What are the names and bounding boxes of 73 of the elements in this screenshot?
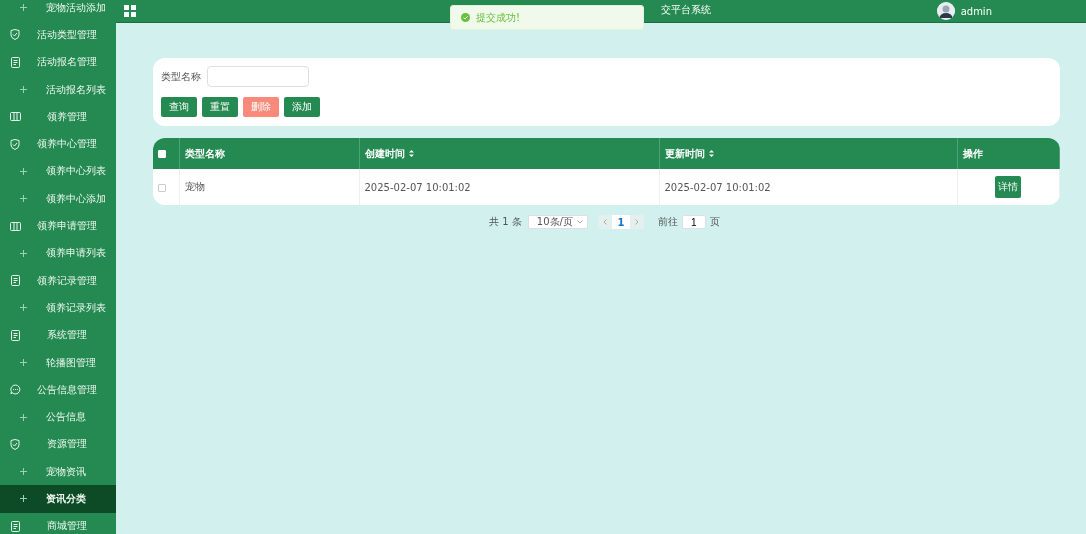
row-checkbox[interactable]: [158, 183, 166, 192]
plus-icon: [19, 195, 27, 203]
sidebar-item[interactable]: 领养中心管理: [0, 130, 116, 158]
sidebar-item[interactable]: 商城管理: [0, 512, 116, 534]
plus-icon: [19, 167, 27, 175]
document-icon: [10, 329, 20, 341]
toast-message: 提交成功!: [476, 10, 520, 25]
column-header[interactable]: 创建时间: [364, 146, 414, 161]
sidebar-item[interactable]: 领养中心添加: [0, 185, 116, 213]
page-suffix: 页: [709, 215, 720, 229]
sidebar-item[interactable]: 系统管理: [0, 321, 116, 349]
page-size-select[interactable]: 10条/页: [527, 215, 588, 229]
action-button[interactable]: 添加: [284, 97, 320, 117]
sidebar-item[interactable]: 领养管理: [0, 103, 116, 131]
column-header[interactable]: 更新时间: [664, 146, 714, 161]
app-title: 交平台系统: [660, 3, 711, 17]
field-label: 类型名称: [161, 69, 201, 84]
sidebar-item[interactable]: 活动报名列表: [0, 75, 116, 104]
goto-label: 前往: [657, 215, 678, 229]
type-name-field[interactable]: [207, 66, 309, 87]
check-circle-icon: [461, 13, 470, 22]
sidebar-item[interactable]: 公告信息管理: [0, 376, 116, 404]
grid-menu-icon[interactable]: [124, 5, 136, 17]
column-header: 操作: [962, 146, 983, 161]
sidebar-item[interactable]: 领养记录管理: [0, 266, 116, 295]
sidebar-item[interactable]: 领养申请列表: [0, 239, 116, 267]
shield-icon: [10, 438, 20, 450]
sidebar-item[interactable]: 轮播图管理: [0, 348, 116, 377]
sort-icon: [708, 150, 714, 157]
plus-icon: [19, 304, 27, 312]
document-icon: [10, 520, 20, 532]
sidebar-item[interactable]: 领养申请管理: [0, 212, 116, 240]
sidebar-item[interactable]: 领养中心列表: [0, 157, 116, 186]
plus-icon: [19, 413, 27, 421]
table-cell: 2025-02-07 10:01:02: [364, 181, 471, 193]
columns-icon: [9, 221, 21, 231]
column-header: 类型名称: [184, 146, 225, 161]
total-count: 共 1 条: [489, 215, 522, 229]
sidebar-item[interactable]: 宠物活动添加: [0, 0, 116, 22]
table-cell: 宠物: [184, 181, 205, 192]
plus-icon: [19, 249, 27, 257]
table-cell: 2025-02-07 10:01:02: [664, 181, 771, 193]
sidebar-item[interactable]: 活动报名管理: [0, 48, 116, 76]
document-icon: [10, 275, 20, 287]
plus-icon: [19, 468, 27, 476]
chat-icon: [9, 384, 21, 396]
sidebar-item[interactable]: 资源管理: [0, 430, 116, 459]
action-button[interactable]: 查询: [161, 97, 197, 117]
page-number[interactable]: 1: [611, 215, 630, 229]
sidebar-item[interactable]: 活动类型管理: [0, 21, 116, 49]
document-icon: [10, 56, 20, 68]
plus-icon: [19, 359, 27, 366]
sidebar-item[interactable]: 资讯分类: [0, 485, 116, 513]
username[interactable]: admin: [960, 5, 992, 17]
chevron-down-icon: [576, 220, 583, 224]
plus-icon: [19, 86, 27, 94]
sort-icon: [408, 150, 414, 157]
chevron-right-icon: [634, 219, 639, 225]
details-button[interactable]: 详情: [995, 176, 1022, 198]
shield-icon: [10, 29, 20, 41]
chevron-left-icon: [602, 219, 607, 225]
sidebar-item[interactable]: 领养记录列表: [0, 294, 116, 322]
columns-icon: [9, 112, 21, 122]
select-all-checkbox[interactable]: [158, 150, 166, 158]
avatar-icon[interactable]: [936, 2, 955, 20]
sidebar-item[interactable]: 公告信息: [0, 403, 116, 431]
delete-button[interactable]: 删除: [243, 97, 279, 117]
action-button[interactable]: 重置: [202, 97, 238, 117]
shield-icon: [10, 138, 20, 150]
plus-icon: [19, 4, 27, 12]
sidebar-item[interactable]: 宠物资讯: [0, 458, 116, 486]
plus-icon: [19, 495, 27, 503]
goto-page-field[interactable]: 1: [681, 215, 706, 229]
